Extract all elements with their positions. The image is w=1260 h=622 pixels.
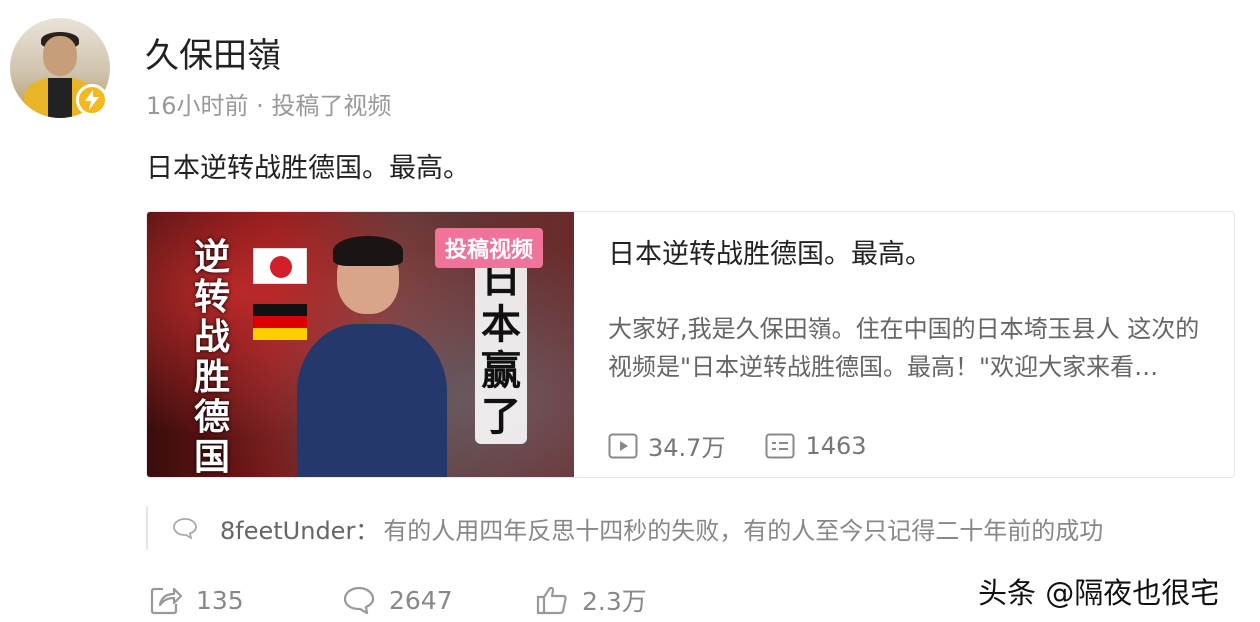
thumbnail-person <box>297 232 447 477</box>
danmaku-count-value: 1463 <box>805 431 867 460</box>
featured-comment[interactable]: 8feetUnder： 有的人用四年反思十四秒的失败，有的人至今只记得二十年前的… <box>146 506 1246 550</box>
video-badge: 投稿视频 <box>435 228 544 268</box>
video-stats: 34.7万 1463 <box>608 428 907 463</box>
video-thumbnail[interactable]: 逆转战胜德国 日本赢了 投稿视频 <box>147 212 574 478</box>
lightning-verified-icon <box>76 84 108 116</box>
comment-icon <box>343 586 375 614</box>
danmaku-count: 1463 <box>765 431 867 460</box>
author-name[interactable]: 久保田嶺 <box>145 28 281 77</box>
video-title[interactable]: 日本逆转战胜德国。最高。 <box>608 232 932 271</box>
share-icon <box>150 587 182 615</box>
share-button[interactable]: 135 <box>150 585 343 615</box>
post-text: 日本逆转战胜德国。最高。 <box>146 153 470 184</box>
video-card-info: 日本逆转战胜德国。最高。 大家好,我是久保田嶺。住在中国的日本埼玉县人 这次的视… <box>608 212 1214 477</box>
avatar[interactable] <box>10 18 110 118</box>
play-count: 34.7万 <box>608 428 725 463</box>
like-button[interactable]: 2.3万 <box>536 582 647 618</box>
comment-bubble-icon <box>173 518 197 539</box>
thumbs-up-icon <box>536 586 567 615</box>
danmaku-icon <box>765 433 795 458</box>
like-count: 2.3万 <box>582 587 647 616</box>
video-description: 大家好,我是久保田嶺。住在中国的日本埼玉县人 这次的视频是"日本逆转战胜德国。最… <box>608 315 1200 381</box>
play-count-value: 34.7万 <box>648 434 726 462</box>
comment-text: 有的人用四年反思十四秒的失败，有的人至今只记得二十年前的成功 <box>383 516 1104 545</box>
thumbnail-right-caption: 日本赢了 <box>475 252 527 444</box>
germany-flag-icon <box>253 304 307 340</box>
japan-flag-icon <box>253 248 307 284</box>
video-card[interactable]: 逆转战胜德国 日本赢了 投稿视频 日本逆转战胜德国。最高。 大家好,我是久保田嶺… <box>146 211 1235 478</box>
comment-button[interactable]: 2647 <box>343 586 536 615</box>
thumbnail-left-caption: 逆转战胜德国 <box>193 237 230 478</box>
post-meta: 16小时前 · 投稿了视频 <box>146 92 392 120</box>
share-count: 135 <box>196 585 244 615</box>
comment-user[interactable]: 8feetUnder： <box>220 511 379 546</box>
watermark: 头条 @隔夜也很宅 <box>978 576 1220 610</box>
play-icon <box>608 433 638 458</box>
comment-count: 2647 <box>389 585 453 615</box>
action-bar: 135 2647 2.3万 <box>150 582 647 618</box>
